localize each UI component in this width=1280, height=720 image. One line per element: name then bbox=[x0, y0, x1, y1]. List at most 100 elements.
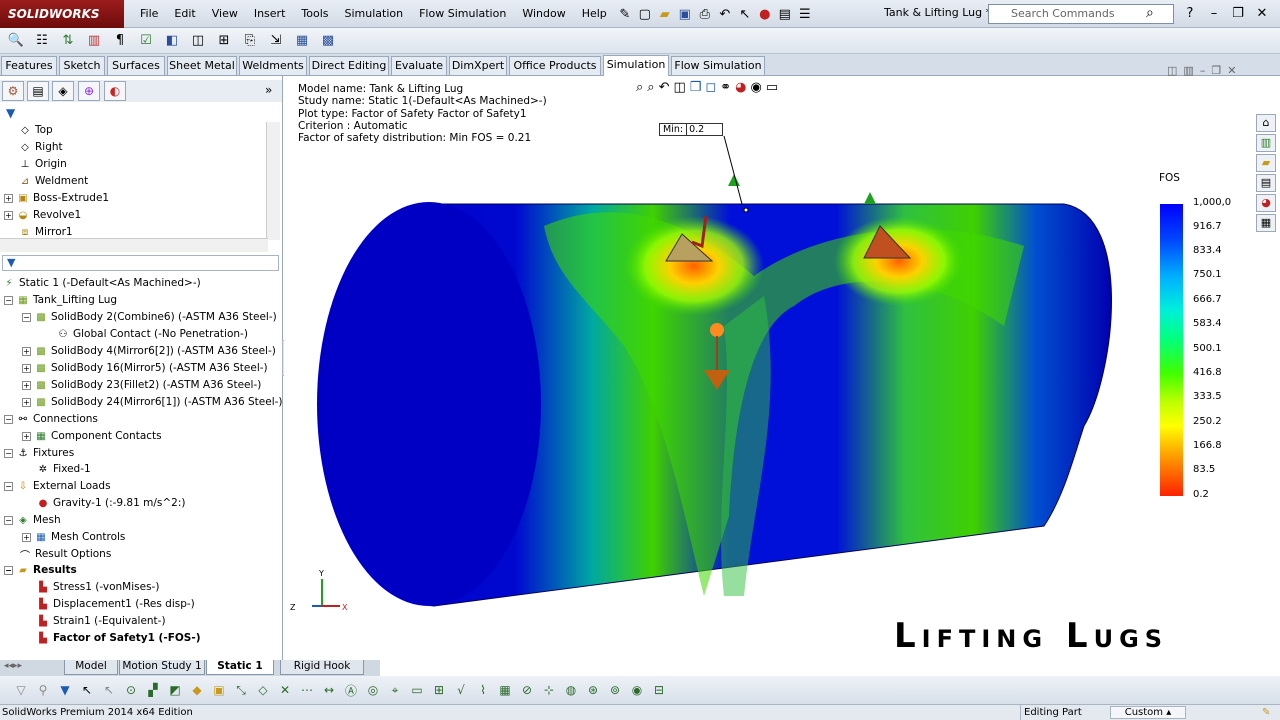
filter-clear-icon[interactable]: ⚲ bbox=[34, 681, 52, 699]
resources-icon[interactable]: ⌂ bbox=[1256, 114, 1276, 132]
connections-node[interactable]: − ⚯ Connections bbox=[4, 411, 98, 427]
new-document-icon[interactable]: ▢ bbox=[635, 4, 655, 24]
tank-model-render[interactable]: Y X Z bbox=[284, 76, 1254, 660]
expand-icon[interactable]: + bbox=[4, 193, 13, 203]
fixtures-node[interactable]: − ⚓ Fixtures bbox=[4, 445, 74, 461]
traffic-light-icon[interactable]: ● bbox=[755, 4, 775, 24]
mesh-controls-node[interactable]: + ▦ Mesh Controls bbox=[22, 529, 125, 545]
cosmetic-thread-filter-icon[interactable]: ⌇ bbox=[474, 681, 492, 699]
gravity-1[interactable]: ● Gravity-1 (:-9.81 m/s^2:) bbox=[36, 495, 186, 511]
file-explorer-icon[interactable]: ▰ bbox=[1256, 154, 1276, 172]
section-icon[interactable]: ◫ bbox=[188, 31, 208, 51]
solid-body-16[interactable]: + ▩ SolidBody 16(Mirror5) (-ASTM A36 Steel… bbox=[22, 360, 268, 376]
result-stress[interactable]: ▙ Stress1 (-vonMises-) bbox=[36, 579, 159, 595]
select-arrow-icon[interactable]: ↖ bbox=[78, 681, 96, 699]
hole-callout-filter-icon[interactable]: ⊘ bbox=[518, 681, 536, 699]
undo-icon[interactable]: ↶ bbox=[715, 4, 735, 24]
collapse-icon[interactable]: − bbox=[4, 295, 13, 305]
tab-sheet-metal[interactable]: Sheet Metal bbox=[167, 56, 237, 75]
tab-direct-editing[interactable]: Direct Editing bbox=[309, 56, 389, 75]
tab-model[interactable]: Model bbox=[64, 660, 118, 675]
animate-icon[interactable]: ▦ bbox=[292, 31, 312, 51]
tab-sketch[interactable]: Sketch bbox=[59, 56, 105, 75]
display-manager-tab-icon[interactable]: ◐ bbox=[104, 81, 126, 101]
view-palette-icon[interactable]: ▤ bbox=[1256, 174, 1276, 192]
menu-help[interactable]: Help bbox=[574, 0, 615, 28]
datum-filter-icon[interactable]: ▭ bbox=[408, 681, 426, 699]
results-table-icon[interactable]: ▩ bbox=[318, 31, 338, 51]
print-icon[interactable]: ⎙ bbox=[695, 4, 715, 24]
section-filter-icon[interactable]: ⊟ bbox=[650, 681, 668, 699]
surface-finish-filter-icon[interactable]: √ bbox=[452, 681, 470, 699]
surface-filter-icon[interactable]: ◆ bbox=[188, 681, 206, 699]
tab-rigid-hook[interactable]: Rigid Hook bbox=[280, 660, 364, 675]
menu-simulation[interactable]: Simulation bbox=[337, 0, 412, 28]
units-dropdown[interactable]: Custom ▴ bbox=[1110, 706, 1186, 719]
select-filter-icon[interactable]: ↖ bbox=[100, 681, 118, 699]
component-contacts-node[interactable]: + ▦ Component Contacts bbox=[22, 428, 162, 444]
tab-scroll-arrows[interactable]: ◂◂▸▸ bbox=[4, 661, 22, 671]
menu-tools[interactable]: Tools bbox=[293, 0, 336, 28]
point-filter-icon[interactable]: ✕ bbox=[276, 681, 294, 699]
expand-icon[interactable]: + bbox=[22, 380, 31, 390]
plane-filter-icon[interactable]: ◇ bbox=[254, 681, 272, 699]
minimize-icon[interactable]: – bbox=[1204, 3, 1224, 23]
edge-filter-icon[interactable]: ▞ bbox=[144, 681, 162, 699]
tab-simulation[interactable]: Simulation bbox=[603, 55, 669, 76]
solid-body-2[interactable]: − ▩ SolidBody 2(Combine6) (-ASTM A36 Steel… bbox=[22, 309, 277, 325]
filter-toggle-icon[interactable]: ▽ bbox=[12, 681, 30, 699]
file-properties-icon[interactable]: ▤ bbox=[775, 4, 795, 24]
checklist-icon[interactable]: ☑ bbox=[136, 31, 156, 51]
menu-file[interactable]: File bbox=[132, 0, 166, 28]
dimension-filter-icon[interactable]: ↔ bbox=[320, 681, 338, 699]
tab-weldments[interactable]: Weldments bbox=[239, 56, 307, 75]
tree-item-top[interactable]: ◇ Top bbox=[18, 122, 53, 138]
chart-bars-icon[interactable]: ▥ bbox=[84, 31, 104, 51]
plot-settings-icon[interactable]: ◧ bbox=[162, 31, 182, 51]
expand-icon[interactable]: + bbox=[4, 210, 13, 220]
report-icon[interactable]: ⎘ bbox=[240, 31, 260, 51]
collapse-icon[interactable]: − bbox=[4, 565, 13, 575]
dimxpert-tab-icon[interactable]: ⊕ bbox=[78, 81, 100, 101]
appearances-icon[interactable]: ◕ bbox=[1256, 194, 1276, 212]
global-contact[interactable]: ⚇ Global Contact (-No Penetration-) bbox=[56, 326, 248, 342]
help-icon[interactable]: ? bbox=[1180, 3, 1200, 23]
solid-body-4[interactable]: + ▩ SolidBody 4(Mirror6[2]) (-ASTM A36 Ste… bbox=[22, 343, 276, 359]
note-filter-icon[interactable]: ◎ bbox=[364, 681, 382, 699]
open-folder-icon[interactable]: ▰ bbox=[655, 4, 675, 24]
configuration-tab-icon[interactable]: ◈ bbox=[52, 81, 74, 101]
menu-edit[interactable]: Edit bbox=[166, 0, 203, 28]
feature-tree-horizontal-scrollbar[interactable] bbox=[0, 238, 268, 252]
save-icon[interactable]: ▣ bbox=[675, 4, 695, 24]
result-displacement[interactable]: ▙ Displacement1 (-Res disp-) bbox=[36, 596, 195, 612]
expand-icon[interactable]: + bbox=[22, 532, 31, 542]
body-filter-icon[interactable]: ▣ bbox=[210, 681, 228, 699]
tolerance-filter-icon[interactable]: ⊞ bbox=[430, 681, 448, 699]
face-filter-icon[interactable]: ◩ bbox=[166, 681, 184, 699]
filter-icon[interactable]: ▼ bbox=[6, 106, 15, 120]
rebuild-icon[interactable]: ✎ bbox=[1262, 705, 1270, 720]
tab-flow-simulation[interactable]: Flow Simulation bbox=[671, 56, 765, 75]
vertex-filter-icon[interactable]: ⊙ bbox=[122, 681, 140, 699]
close-icon[interactable]: ✕ bbox=[1252, 3, 1272, 23]
results-node[interactable]: − ▰ Results bbox=[4, 562, 77, 578]
menu-flow-simulation[interactable]: Flow Simulation bbox=[411, 0, 514, 28]
min-probe-label[interactable]: Min: 0.2 bbox=[659, 123, 723, 136]
external-loads-node[interactable]: − ⇩ External Loads bbox=[4, 478, 111, 494]
expand-icon[interactable]: + bbox=[22, 431, 31, 441]
fixed-1[interactable]: ✲ Fixed-1 bbox=[36, 461, 91, 477]
tab-surfaces[interactable]: Surfaces bbox=[107, 56, 165, 75]
tab-office-products[interactable]: Office Products bbox=[509, 56, 601, 75]
expand-panel-icon[interactable]: » bbox=[265, 83, 272, 97]
study-root[interactable]: ⚡ Static 1 (-Default<As Machined>-) bbox=[2, 275, 200, 291]
balloon-filter-icon[interactable]: ◍ bbox=[562, 681, 580, 699]
tab-static-study[interactable]: Static 1 bbox=[206, 660, 274, 675]
route-point-filter-icon[interactable]: ⊛ bbox=[584, 681, 602, 699]
tree-item-right[interactable]: ◇ Right bbox=[18, 139, 63, 155]
result-factor-of-safety[interactable]: ▙ Factor of Safety1 (-FOS-) bbox=[36, 630, 200, 646]
collapse-icon[interactable]: − bbox=[4, 448, 13, 458]
tab-evaluate[interactable]: Evaluate bbox=[391, 56, 447, 75]
result-strain[interactable]: ▙ Strain1 (-Equivalent-) bbox=[36, 613, 165, 629]
search-icon[interactable]: ⌕ bbox=[1146, 5, 1154, 21]
collapse-icon[interactable]: − bbox=[4, 414, 13, 424]
